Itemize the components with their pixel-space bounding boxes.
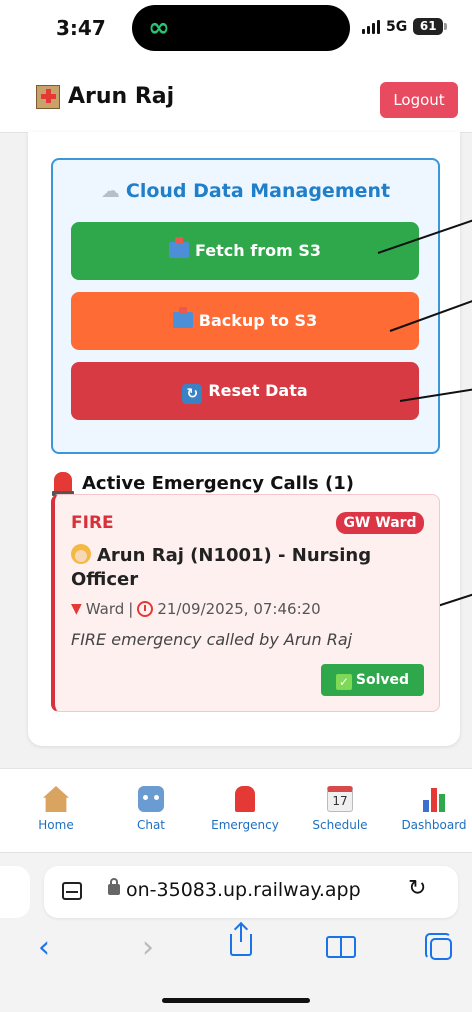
forward-icon[interactable]: › — [128, 930, 168, 965]
reset-label: Reset Data — [208, 381, 308, 400]
page-menu-icon[interactable] — [62, 882, 82, 900]
caller-text: Arun Raj (N1001) - Nursing Officer — [71, 545, 372, 590]
link-app-icon: ∞ — [148, 13, 170, 43]
nav-item-dashboard[interactable]: Dashboard — [389, 786, 472, 832]
network-type: 5G — [386, 18, 408, 35]
meta-separator: | — [128, 600, 134, 618]
caller-info: Arun Raj (N1001) - Nursing Officer — [71, 544, 431, 592]
cloud-title-text: Cloud Data Management — [125, 180, 391, 202]
url-text[interactable]: on-35083.up.railway.app — [126, 879, 361, 901]
inbox-tray-icon — [169, 237, 190, 258]
emergency-heading-text: Active Emergency Calls (1) — [82, 472, 354, 494]
siren-icon — [235, 786, 255, 812]
calendar-icon: 17 — [327, 786, 353, 812]
check-icon: ✓ — [335, 674, 352, 690]
nav-label: Home — [38, 818, 74, 832]
app-header: Arun Raj Logout — [0, 70, 472, 130]
call-meta: ▼ Ward | 21/09/2025, 07:46:20 — [71, 600, 321, 618]
status-bar: 3:47 ∞ 5G 61 — [0, 0, 472, 56]
siren-icon — [52, 472, 74, 496]
previous-tab[interactable] — [0, 866, 30, 918]
nav-label: Chat — [136, 818, 166, 832]
pin-icon: ▼ — [71, 601, 82, 617]
header-title: Arun Raj — [36, 84, 174, 109]
backup-label: Backup to S3 — [198, 311, 318, 330]
bar-chart-icon — [421, 786, 447, 812]
solved-button[interactable]: ✓ Solved — [321, 664, 424, 696]
outbox-tray-icon — [172, 307, 193, 328]
cloud-panel-title: ☁ Cloud Data Management — [51, 180, 440, 202]
nav-item-emergency[interactable]: Emergency — [200, 786, 290, 832]
battery-icon: 61 — [413, 18, 448, 35]
call-description: FIRE emergency called by Arun Raj — [71, 630, 353, 649]
dynamic-island: ∞ — [132, 5, 350, 51]
user-name: Arun Raj — [68, 84, 175, 109]
back-icon[interactable]: ‹ — [24, 930, 64, 965]
status-indicators: 5G 61 — [362, 18, 448, 35]
nav-label: Schedule — [312, 818, 368, 832]
ward-badge: GW Ward — [336, 512, 424, 534]
nav-label: Emergency — [211, 818, 279, 832]
home-icon — [43, 786, 69, 812]
refresh-icon: ↻ — [182, 384, 203, 404]
share-icon[interactable] — [230, 924, 252, 956]
lock-icon — [108, 878, 120, 895]
call-datetime: 21/09/2025, 07:46:20 — [157, 600, 321, 618]
fetch-from-s3-button[interactable]: Fetch from S3 — [71, 222, 419, 280]
emergency-section-heading: Active Emergency Calls (1) — [52, 472, 354, 496]
fetch-label: Fetch from S3 — [195, 241, 321, 260]
logout-button[interactable]: Logout — [380, 82, 458, 118]
hospital-icon — [36, 84, 60, 109]
call-location: Ward — [85, 600, 125, 618]
nav-item-home[interactable]: Home — [11, 786, 101, 832]
tabs-icon[interactable] — [425, 933, 452, 960]
alarm-clock-icon — [137, 601, 154, 617]
call-type: FIRE — [71, 513, 114, 533]
robot-icon — [138, 786, 164, 812]
nav-item-chat[interactable]: Chat — [106, 786, 196, 832]
phone-screen: 3:47 ∞ 5G 61 Arun Raj Logout ☁ Cloud Data… — [0, 0, 472, 1012]
signal-icon — [362, 19, 380, 34]
reset-data-button[interactable]: ↻ Reset Data — [71, 362, 419, 420]
cloud-icon: ☁ — [100, 180, 120, 202]
backup-to-s3-button[interactable]: Backup to S3 — [71, 292, 419, 350]
solved-label: Solved — [355, 672, 410, 688]
home-indicator — [162, 998, 310, 1003]
bookmarks-icon[interactable] — [326, 936, 356, 958]
nav-label: Dashboard — [401, 818, 467, 832]
status-time: 3:47 — [56, 16, 106, 40]
nav-item-schedule[interactable]: 17 Schedule — [295, 786, 385, 832]
reload-icon[interactable]: ↻ — [408, 876, 426, 901]
nurse-icon — [71, 544, 91, 564]
